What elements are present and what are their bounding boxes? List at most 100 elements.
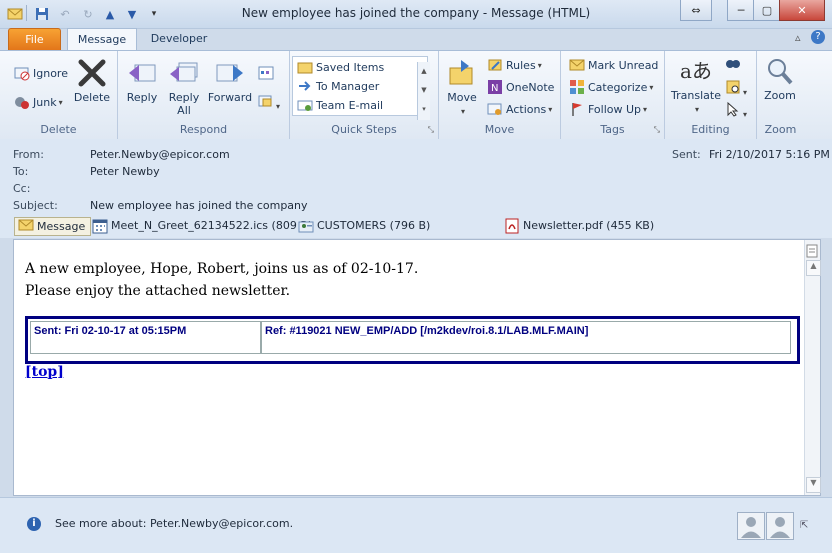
envelope-icon <box>18 219 34 235</box>
title-bar: ↶ ↻ ▲ ▼ ▾ New employee has joined the co… <box>0 0 832 29</box>
from-label: From: <box>13 148 44 161</box>
tags-group-label: Tags <box>600 123 625 136</box>
quick-step-saved-items[interactable]: Saved Items <box>297 59 384 75</box>
cc-label: Cc: <box>13 182 31 195</box>
people-pane: i See more about: Peter.Newby@epicor.com… <box>0 497 832 553</box>
ignore-icon <box>14 65 30 81</box>
restore-arrows-icon[interactable]: ⇔ <box>680 0 712 21</box>
contact-card-icon <box>298 218 314 234</box>
ribbon-tabs: File Message Developer ▵ ? <box>0 28 832 51</box>
reply-button[interactable]: Reply <box>122 57 162 104</box>
actions-icon <box>487 101 503 117</box>
calendar-icon <box>92 218 108 234</box>
forward-button[interactable]: Forward <box>206 57 254 104</box>
related-icon[interactable]: ▾ <box>725 79 747 98</box>
quick-steps-scroll[interactable]: ▲ ▼ ▾ <box>417 62 430 120</box>
zoom-button[interactable]: Zoom <box>759 55 801 102</box>
quick-step-to-manager[interactable]: To Manager <box>297 78 379 94</box>
rules-button[interactable]: Rules ▾ <box>487 57 542 73</box>
reply-all-icon <box>168 57 200 89</box>
envelope-icon <box>569 57 585 73</box>
quick-steps-gallery: Saved Items To Manager Team E-mail ▲ ▼ ▾ <box>292 56 430 120</box>
close-button[interactable]: ✕ <box>779 0 825 21</box>
onenote-icon: N <box>487 79 503 95</box>
subject-label: Subject: <box>13 199 58 212</box>
scroll-down-button[interactable]: ▼ <box>806 477 821 493</box>
mark-unread-button[interactable]: Mark Unread <box>569 57 658 73</box>
quick-steps-group: Saved Items To Manager Team E-mail ▲ ▼ ▾ ⤡… <box>290 51 439 139</box>
person-avatar[interactable] <box>737 512 765 540</box>
ref-cell: Ref: #119021 NEW_EMP/ADD [/m2kdev/roi.8.… <box>261 321 791 354</box>
minimize-ribbon-icon[interactable]: ▵ <box>795 31 801 44</box>
expand-people-pane-icon[interactable]: ⇱ <box>800 520 808 531</box>
delete-group-label: Delete <box>40 123 77 136</box>
translate-button[interactable]: aあ Translate ▾ <box>667 55 725 116</box>
to-label: To: <box>13 165 29 178</box>
respond-group-label: Respond <box>179 123 228 136</box>
folder-move-icon <box>297 59 313 75</box>
to-value[interactable]: Peter Newby <box>90 165 160 178</box>
attachment-ics[interactable]: Meet_N_Greet_62134522.ics (809 B) <box>92 217 312 234</box>
svg-text:N: N <box>491 83 498 94</box>
editing-group: aあ Translate ▾ ▾ ▾ Editing <box>665 51 757 139</box>
scroll-up-button[interactable]: ▲ <box>806 260 821 276</box>
zoom-group-label: Zoom <box>764 123 797 136</box>
actions-button[interactable]: Actions ▾ <box>487 101 552 117</box>
message-body[interactable]: A new employee, Hope, Robert, joins us a… <box>13 239 821 496</box>
team-email-icon <box>297 97 313 113</box>
message-line-1: A new employee, Hope, Robert, joins us a… <box>25 261 419 277</box>
dropdown-arrow-icon: ▾ <box>58 97 63 107</box>
help-icon[interactable]: ? <box>811 30 825 44</box>
move-group: Move ▾ Rules ▾ N OneNote Actions ▾ Move <box>439 51 561 139</box>
rules-icon <box>487 57 503 73</box>
respond-group: Reply Reply All Forward ▾ Respond <box>118 51 290 139</box>
sent-label: Sent: <box>672 148 701 161</box>
maximize-button[interactable]: ▢ <box>753 0 781 21</box>
move-folder-icon <box>446 57 478 89</box>
tab-file[interactable]: File <box>8 28 61 51</box>
translate-icon: aあ <box>680 58 712 83</box>
message-line-2: Please enjoy the attached newsletter. <box>25 283 291 299</box>
tab-developer[interactable]: Developer <box>140 28 218 49</box>
reading-pane-icon[interactable] <box>806 244 818 258</box>
delete-group: Ignore Junk ▾ Delete Delete <box>0 51 118 139</box>
vertical-scrollbar[interactable]: ▲ ▼ <box>804 240 821 495</box>
find-icon[interactable] <box>725 55 741 74</box>
reply-all-button[interactable]: Reply All <box>164 57 204 117</box>
onenote-button[interactable]: N OneNote <box>487 79 554 95</box>
subject-value: New employee has joined the company <box>90 199 308 212</box>
meeting-reply-icon[interactable] <box>258 65 274 84</box>
zoom-group: Zoom Zoom <box>757 51 804 139</box>
tags-group: Mark Unread Categorize ▾ Follow Up ▾ ⤡ Tag… <box>561 51 665 139</box>
pdf-icon <box>504 218 520 234</box>
from-value[interactable]: Peter.Newby@epicor.com <box>90 148 230 161</box>
attachment-pdf[interactable]: Newsletter.pdf (455 KB) <box>504 217 654 234</box>
junk-button[interactable]: Junk ▾ <box>14 94 63 110</box>
message-tab-button[interactable]: Message <box>14 217 91 236</box>
attachment-customers[interactable]: CUSTOMERS (796 B) <box>298 217 430 234</box>
magnifier-icon <box>764 55 796 87</box>
message-text: A new employee, Hope, Robert, joins us a… <box>25 258 418 302</box>
tab-message[interactable]: Message <box>67 28 137 50</box>
more-respond-icon[interactable]: ▾ <box>258 93 280 112</box>
categorize-icon <box>569 79 585 95</box>
delete-x-icon <box>76 57 108 89</box>
flag-icon <box>569 101 585 117</box>
quick-steps-group-label: Quick Steps <box>331 123 397 136</box>
see-more-about-text[interactable]: See more about: Peter.Newby@epicor.com. <box>55 517 293 530</box>
select-cursor-icon[interactable]: ▾ <box>725 101 747 120</box>
delete-button[interactable]: Delete <box>72 57 112 104</box>
info-icon: i <box>27 517 41 531</box>
follow-up-button[interactable]: Follow Up ▾ <box>569 101 647 117</box>
sent-value: Fri 2/10/2017 5:16 PM <box>709 148 830 161</box>
ignore-button[interactable]: Ignore <box>14 65 68 81</box>
person-avatar[interactable] <box>766 512 794 540</box>
categorize-button[interactable]: Categorize ▾ <box>569 79 653 95</box>
quick-step-team-email[interactable]: Team E-mail <box>297 97 383 113</box>
move-button[interactable]: Move ▾ <box>441 57 483 118</box>
ribbon: Ignore Junk ▾ Delete Delete Reply Reply Al… <box>0 50 832 140</box>
minimize-button[interactable]: ─ <box>727 0 755 21</box>
junk-icon <box>14 94 30 110</box>
top-link[interactable]: [top] <box>25 364 64 380</box>
reference-table: Sent: Fri 02-10-17 at 05:15PM Ref: #1190… <box>25 316 800 364</box>
